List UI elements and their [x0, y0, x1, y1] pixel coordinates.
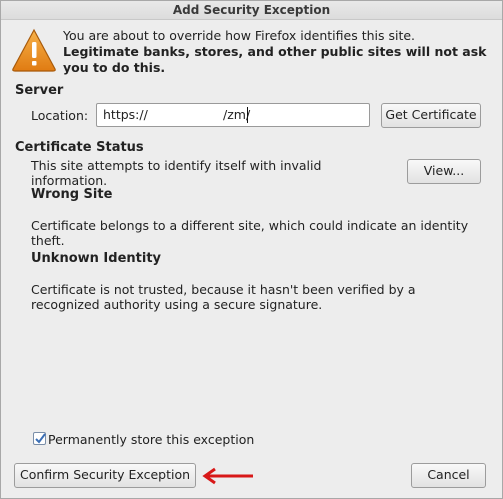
- permanent-store-checkbox[interactable]: [33, 432, 46, 445]
- warning-triangle-icon: [12, 28, 56, 72]
- cancel-button[interactable]: Cancel: [411, 463, 486, 488]
- wrong-site-heading: Wrong Site: [31, 187, 113, 202]
- title-bar[interactable]: Add Security Exception: [1, 1, 502, 20]
- location-label: Location:: [31, 108, 89, 123]
- cancel-label: Cancel: [427, 467, 470, 482]
- intro-warning: Legitimate banks, stores, and other publ…: [63, 44, 487, 75]
- add-security-exception-dialog: Add Security Exception You are about to …: [0, 0, 503, 499]
- intro-line: You are about to override how Firefox id…: [63, 28, 416, 43]
- confirm-security-exception-button[interactable]: Confirm Security Exception: [14, 463, 196, 488]
- checkmark-icon: [35, 433, 46, 444]
- text-caret: [247, 107, 248, 123]
- intro-text: You are about to override how Firefox id…: [63, 28, 493, 76]
- location-prefix: https://: [103, 107, 148, 122]
- window-title: Add Security Exception: [172, 3, 331, 17]
- certificate-status-heading: Certificate Status: [15, 140, 144, 155]
- permanent-store-label[interactable]: Permanently store this exception: [48, 432, 254, 447]
- status-summary: This site attempts to identify itself wi…: [31, 158, 322, 188]
- unknown-identity-heading: Unknown Identity: [31, 251, 162, 266]
- confirm-label: Confirm Security Exception: [19, 467, 191, 482]
- location-input[interactable]: https:// /zm/: [96, 103, 370, 127]
- view-button[interactable]: View...: [407, 159, 481, 184]
- unknown-identity-text: Certificate is not trusted, because it h…: [31, 282, 416, 312]
- get-certificate-label: Get Certificate: [385, 107, 477, 122]
- wrong-site-text: Certificate belongs to a different site,…: [31, 218, 469, 248]
- get-certificate-button[interactable]: Get Certificate: [381, 103, 481, 128]
- view-label: View...: [423, 163, 465, 178]
- server-heading: Server: [15, 83, 64, 98]
- red-arrow-icon: [202, 467, 253, 485]
